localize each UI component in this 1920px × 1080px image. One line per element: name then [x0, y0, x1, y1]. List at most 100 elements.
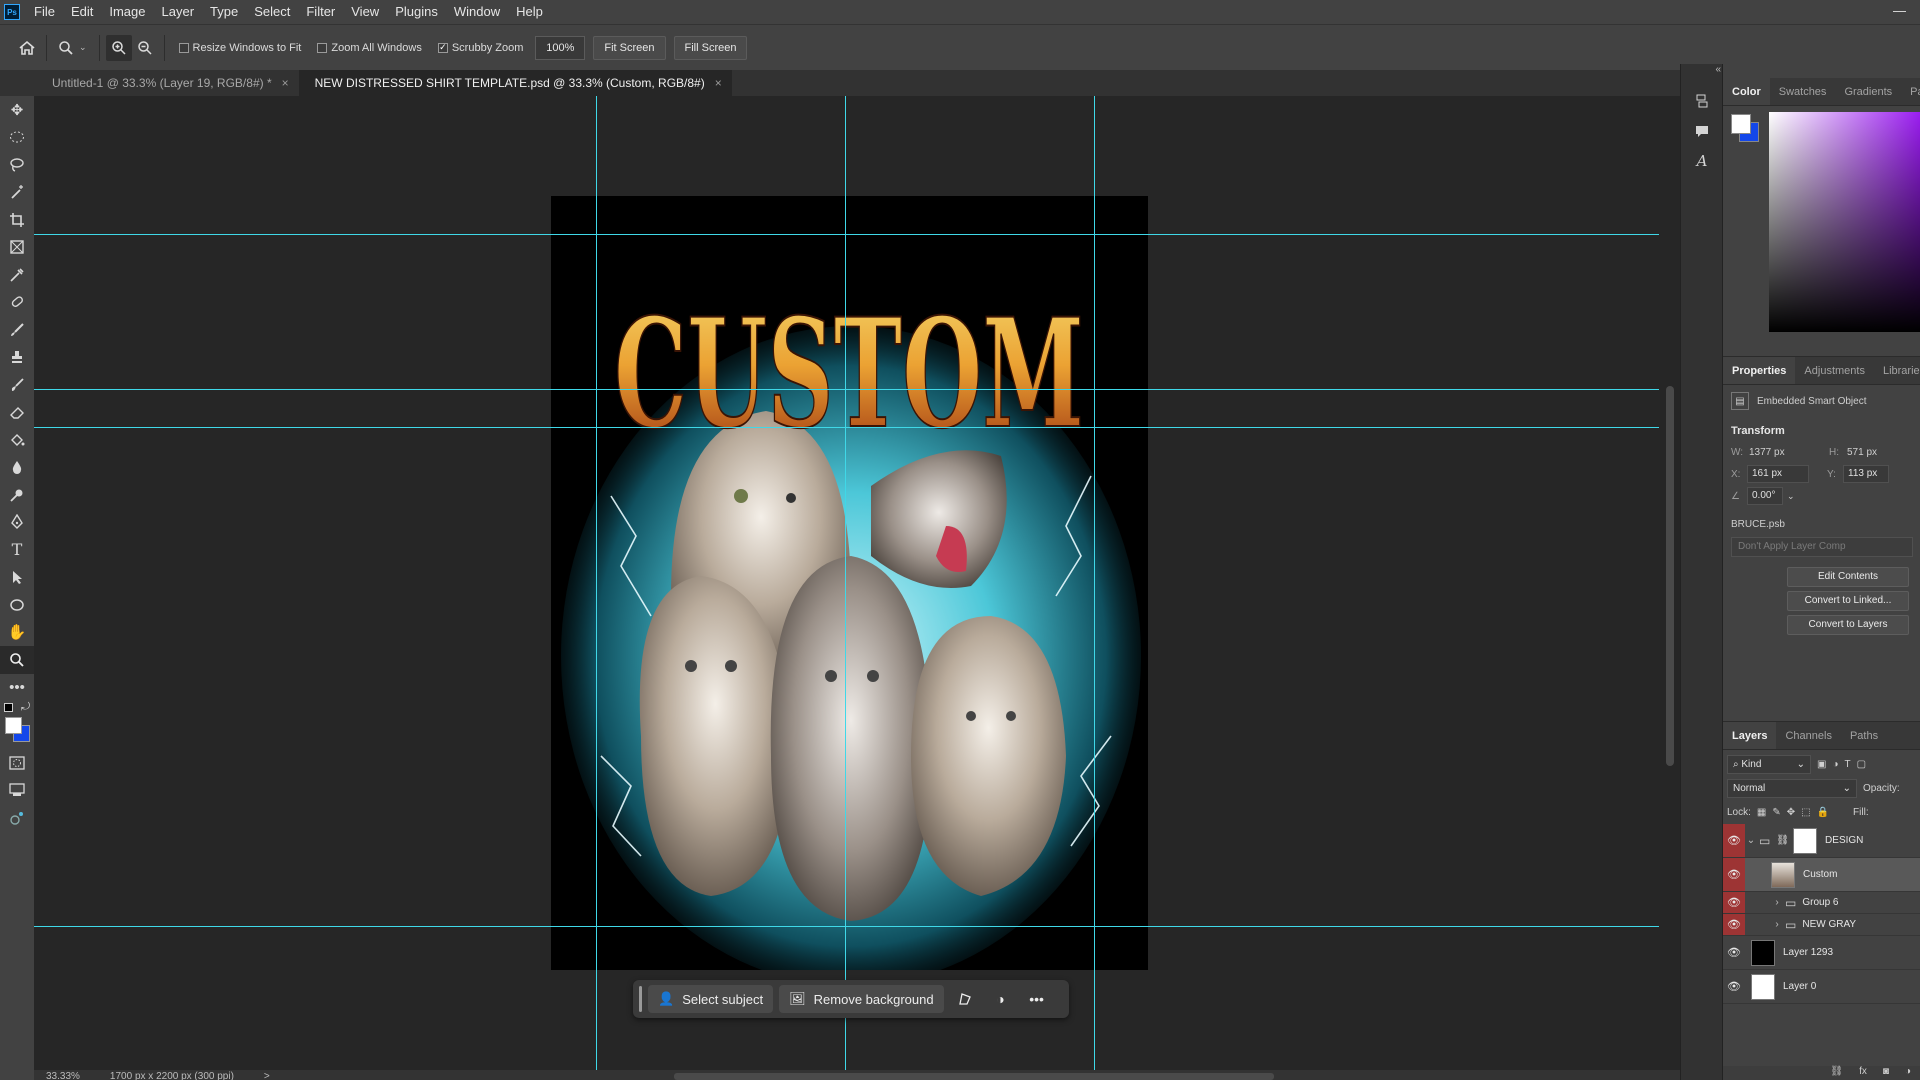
blur-tool-icon[interactable] — [0, 454, 34, 482]
tab-gradients[interactable]: Gradients — [1835, 78, 1901, 105]
zoom-tool-icon[interactable] — [0, 646, 34, 674]
color-swatches-tool[interactable]: ⤾ — [0, 701, 34, 749]
clone-stamp-tool-icon[interactable] — [0, 344, 34, 372]
tab-untitled-1[interactable]: Untitled-1 @ 33.3% (Layer 19, RGB/8#) * … — [0, 70, 299, 96]
lock-all-icon[interactable]: 🔒 — [1817, 807, 1829, 818]
more-options-icon[interactable]: ••• — [1022, 985, 1052, 1013]
pen-tool-icon[interactable] — [0, 509, 34, 537]
eye-icon[interactable]: 👁 — [1723, 914, 1745, 935]
zoom-percent-field[interactable]: 100% — [535, 35, 586, 60]
crop-tool-icon[interactable] — [0, 206, 34, 234]
fill-screen-button[interactable]: Fill Screen — [673, 35, 748, 60]
eye-icon[interactable]: 👁 — [1723, 970, 1745, 1003]
lock-artboard-icon[interactable]: ⬚ — [1801, 807, 1810, 818]
layer-thumbnail[interactable] — [1751, 973, 1775, 1000]
tab-properties[interactable]: Properties — [1723, 357, 1796, 384]
layer-design[interactable]: 👁 ⌄ ▭ ⛓ DESIGN — [1723, 824, 1920, 858]
zoom-all-windows-checkbox[interactable]: Zoom All Windows — [317, 42, 422, 54]
drag-handle[interactable] — [639, 986, 642, 1012]
y-field[interactable]: 113 px — [1843, 465, 1889, 483]
link-icon[interactable]: ⛓ — [1830, 1066, 1843, 1080]
tab-adjustments[interactable]: Adjustments — [1795, 357, 1874, 384]
close-icon[interactable]: × — [282, 70, 289, 96]
lasso-tool-icon[interactable] — [0, 151, 34, 179]
chevron-down-icon[interactable]: ⌄ — [1745, 835, 1757, 846]
menu-type[interactable]: Type — [202, 0, 246, 24]
filter-adjustment-icon[interactable]: ◑ — [1832, 759, 1838, 770]
more-tools-icon[interactable]: ••• — [0, 674, 34, 702]
menu-plugins[interactable]: Plugins — [387, 0, 446, 24]
foreground-color-swatch[interactable] — [1731, 114, 1751, 134]
photoshop-logo-icon[interactable]: Ps — [4, 4, 20, 20]
filter-kind-dropdown[interactable]: ⌕ Kind ⌄ — [1727, 754, 1811, 774]
zoom-in-icon[interactable] — [105, 34, 132, 61]
convert-to-layers-button[interactable]: Convert to Layers — [1787, 615, 1909, 635]
brush-tool-icon[interactable] — [0, 316, 34, 344]
layer-1293[interactable]: 👁 Layer 1293 — [1723, 936, 1920, 970]
horizontal-scrollbar-thumb[interactable] — [674, 1073, 1274, 1080]
eraser-tool-icon[interactable] — [0, 399, 34, 427]
history-brush-tool-icon[interactable] — [0, 371, 34, 399]
layer-0[interactable]: 👁 Layer 0 — [1723, 970, 1920, 1004]
menu-filter[interactable]: Filter — [298, 0, 343, 24]
eye-icon[interactable]: 👁 — [1723, 858, 1745, 891]
horizontal-guide[interactable] — [34, 389, 1659, 390]
fx-icon[interactable]: fx — [1859, 1066, 1867, 1080]
default-colors-icon[interactable] — [4, 703, 13, 712]
vertical-guide[interactable] — [1094, 96, 1095, 1070]
color-field[interactable] — [1769, 112, 1920, 332]
chevron-right-icon[interactable]: › — [1771, 919, 1783, 930]
tab-channels[interactable]: Channels — [1776, 722, 1840, 749]
menu-edit[interactable]: Edit — [63, 0, 101, 24]
angle-field[interactable]: 0.00° — [1747, 487, 1783, 505]
healing-brush-tool-icon[interactable] — [0, 289, 34, 317]
layer-thumbnail[interactable] — [1751, 939, 1775, 966]
checkbox-box[interactable] — [178, 42, 189, 53]
tab-libraries[interactable]: Librarie — [1874, 357, 1920, 384]
fit-screen-button[interactable]: Fit Screen — [593, 35, 666, 60]
edit-contents-button[interactable]: Edit Contents — [1787, 567, 1909, 587]
select-subject-button[interactable]: 👤 Select subject — [648, 985, 774, 1013]
generative-fill-icon[interactable] — [0, 804, 34, 832]
status-menu-arrow[interactable]: > — [264, 1070, 270, 1080]
ellipse-tool-icon[interactable] — [0, 591, 34, 619]
layer-custom[interactable]: 👁 Custom — [1723, 858, 1920, 892]
width-value[interactable]: 1377 px — [1749, 447, 1829, 458]
vertical-guide[interactable] — [596, 96, 597, 1070]
horizontal-guide[interactable] — [34, 427, 1659, 428]
checkbox-box[interactable] — [317, 42, 328, 53]
menu-image[interactable]: Image — [101, 0, 153, 24]
document-canvas[interactable]: CUSTOM — [551, 196, 1148, 970]
chevron-down-icon[interactable]: ⌄ — [1787, 491, 1795, 502]
layer-group-6[interactable]: 👁 › ▭ Group 6 — [1723, 892, 1920, 914]
filter-type-icon[interactable]: T — [1845, 759, 1851, 770]
zoom-level[interactable]: 33.33% — [46, 1070, 80, 1080]
convert-to-linked-button[interactable]: Convert to Linked... — [1787, 591, 1909, 611]
frame-tool-icon[interactable] — [0, 234, 34, 262]
paint-bucket-tool-icon[interactable] — [0, 426, 34, 454]
menu-layer[interactable]: Layer — [154, 0, 203, 24]
checkmark-icon[interactable]: ✓ — [437, 42, 448, 53]
comments-panel-icon[interactable] — [1681, 116, 1723, 146]
screen-mode-icon[interactable] — [0, 777, 34, 805]
chain-icon[interactable]: ⛓ — [1776, 835, 1789, 846]
tab-paths[interactable]: Paths — [1841, 722, 1887, 749]
vertical-guide[interactable] — [845, 96, 846, 1070]
marquee-tool-icon[interactable] — [0, 124, 34, 152]
magic-wand-tool-icon[interactable] — [0, 179, 34, 207]
foreground-color-swatch[interactable] — [5, 717, 22, 734]
eye-icon[interactable]: 👁 — [1723, 936, 1745, 969]
menu-file[interactable]: File — [26, 0, 63, 24]
height-value[interactable]: 571 px — [1847, 447, 1877, 458]
chevron-right-icon[interactable]: › — [1771, 897, 1783, 908]
remove-background-button[interactable]: 🖼 Remove background — [779, 985, 944, 1013]
hand-tool-icon[interactable]: ✋ — [0, 619, 34, 647]
home-icon[interactable] — [14, 35, 40, 61]
collapse-panels-icon[interactable]: « — [1681, 64, 1723, 75]
close-icon[interactable]: × — [715, 70, 722, 96]
lock-transparent-icon[interactable]: ▦ — [1757, 807, 1766, 818]
vertical-scrollbar[interactable] — [1660, 96, 1680, 1070]
history-panel-icon[interactable] — [1681, 86, 1723, 116]
filter-pixel-icon[interactable]: ▣ — [1817, 759, 1826, 770]
zoom-out-icon[interactable] — [132, 35, 158, 61]
